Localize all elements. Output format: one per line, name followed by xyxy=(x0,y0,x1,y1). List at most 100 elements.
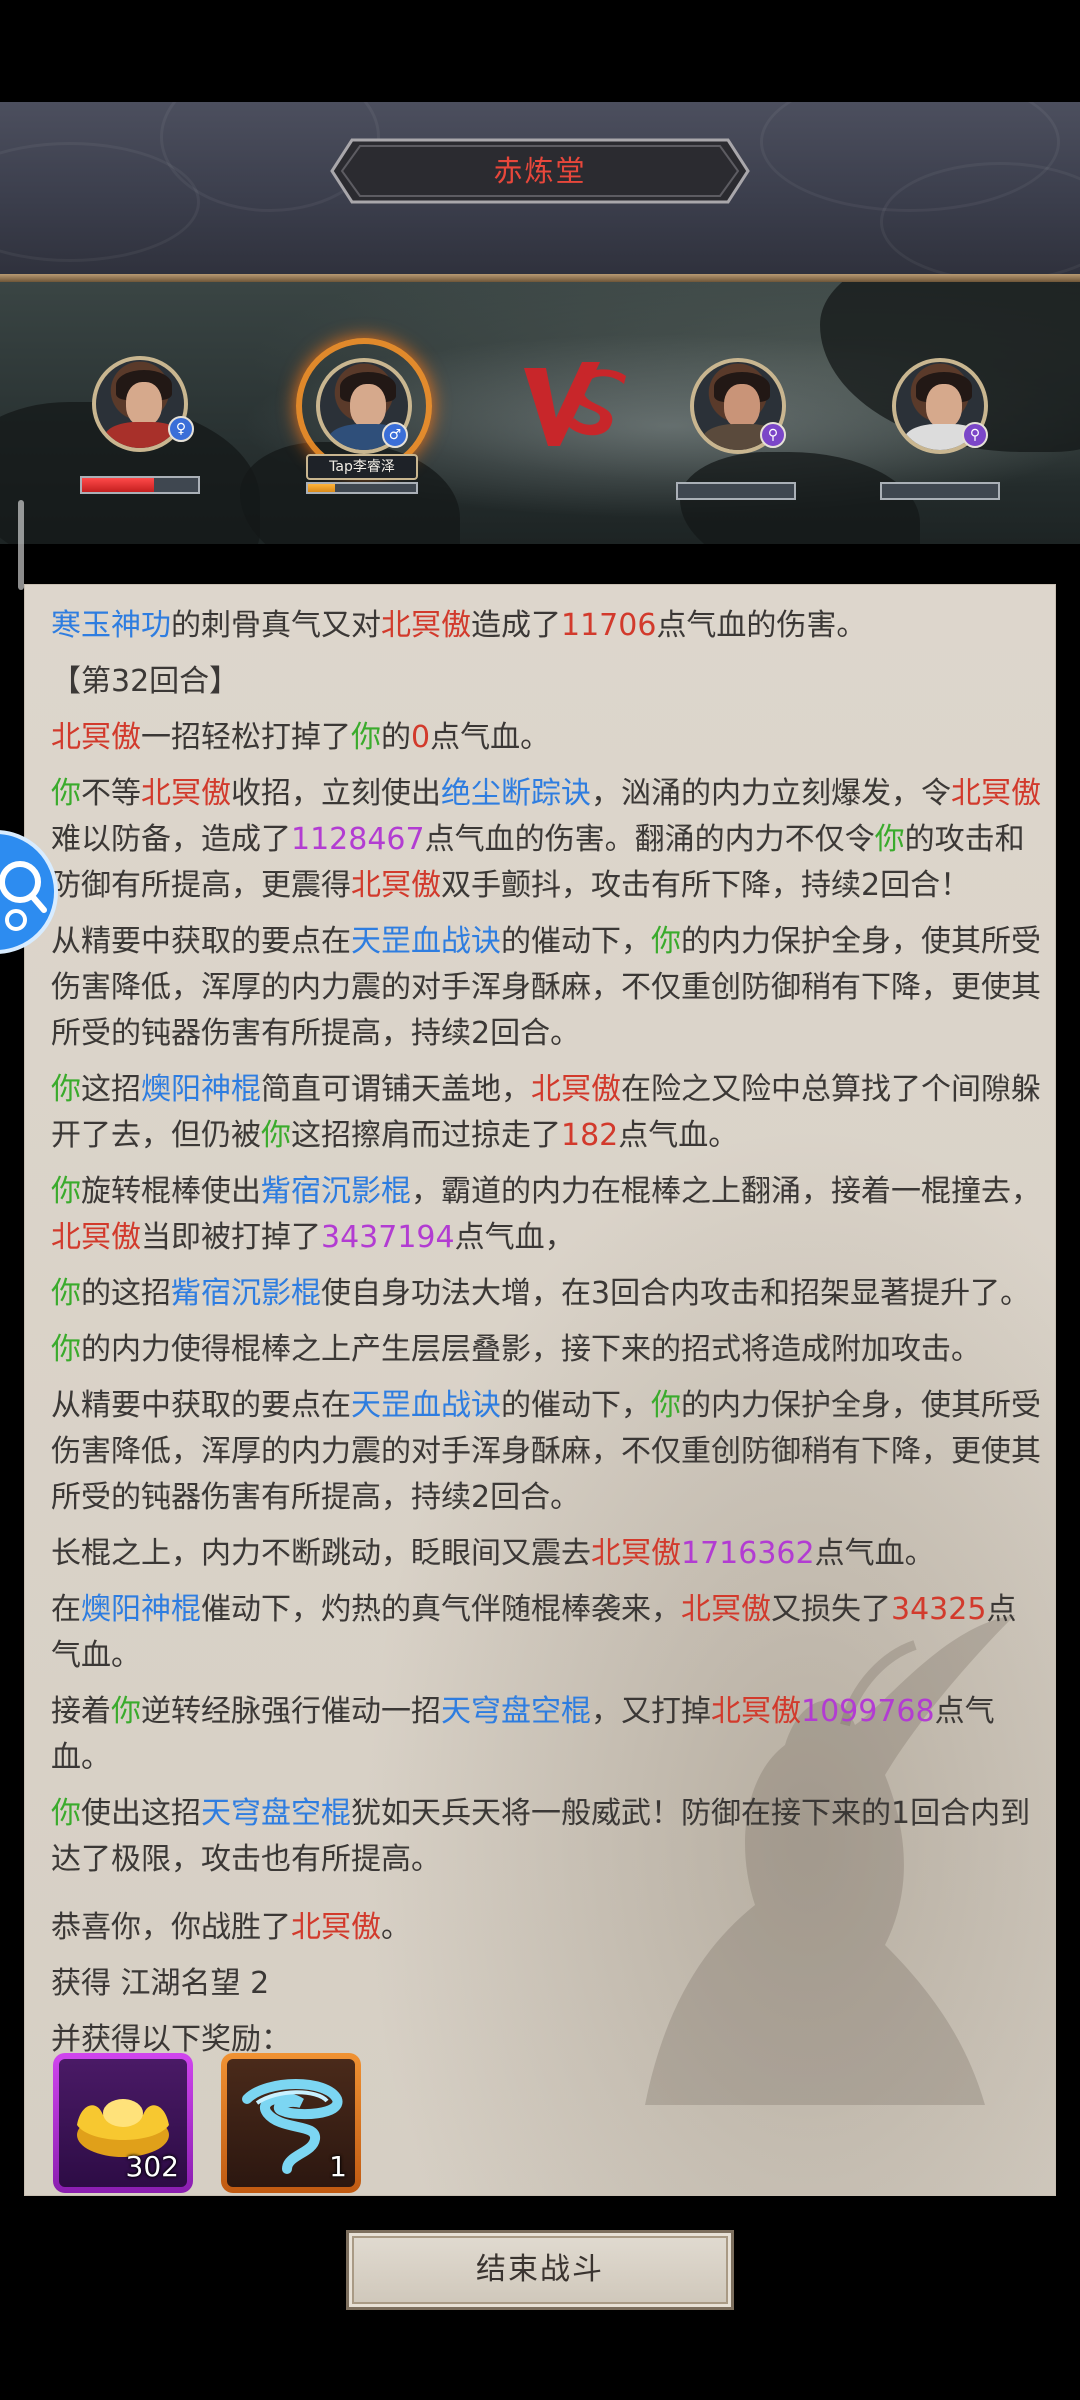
log-segment: 点气血。 xyxy=(814,1536,935,1571)
log-line: 获得 江湖名望 2 xyxy=(51,1961,1041,2007)
log-segment: 的刺骨真气又对 xyxy=(171,608,381,643)
log-segment: ，汹涌的内力立刻爆发，令 xyxy=(591,776,951,811)
log-line: 接着你逆转经脉强行催动一招天穹盘空棍，又打掉北冥傲1099768点气血。 xyxy=(51,1689,1041,1781)
log-line: 你不等北冥傲收招，立刻使出绝尘断踪诀，汹涌的内力立刻爆发，令北冥傲难以防备，造成… xyxy=(51,771,1041,909)
log-segment: 天穹盘空棍 xyxy=(441,1694,591,1729)
log-segment: 使出这招 xyxy=(81,1796,201,1831)
log-segment: 北冥傲 xyxy=(381,608,471,643)
gender-male-icon: ♂ xyxy=(382,422,408,448)
reward-count: 302 xyxy=(125,2150,179,2183)
log-segment: 旋转棍棒使出 xyxy=(81,1174,261,1209)
log-segment: 恭喜你，你战胜了 xyxy=(51,1910,291,1945)
log-segment: 你 xyxy=(51,776,81,811)
log-segment: 简直可谓铺天盖地， xyxy=(261,1072,531,1107)
title-area: 赤炼堂 xyxy=(0,102,1080,282)
log-segment: 不等 xyxy=(81,776,141,811)
end-battle-button[interactable]: 结束战斗 xyxy=(346,2230,734,2310)
log-segment: 点气血的伤害。翻涌的内力不仅令 xyxy=(424,822,875,857)
log-line: 从精要中获取的要点在天罡血战诀的催动下，你的内力保护全身，使其所受伤害降低，浑厚… xyxy=(51,1383,1041,1521)
log-segment: 的催动下， xyxy=(501,1388,651,1423)
log-segment: 在 xyxy=(51,1592,81,1627)
log-segment: 北冥傲 xyxy=(141,776,231,811)
log-segment: 逆转经脉强行催动一招 xyxy=(141,1694,441,1729)
ally-energy-fill xyxy=(308,484,335,492)
log-segment: 北冥傲 xyxy=(591,1536,681,1571)
log-line: 从精要中获取的要点在天罡血战诀的催动下，你的内力保护全身，使其所受伤害降低，浑厚… xyxy=(51,919,1041,1057)
log-segment: 3437194 xyxy=(321,1220,455,1255)
log-segment: 觜宿沉影棍 xyxy=(261,1174,411,1209)
gender-unknown-icon: ⚲ xyxy=(760,422,786,448)
log-segment: 的 xyxy=(381,720,411,755)
reward-item[interactable]: 302 xyxy=(53,2053,193,2193)
floating-search-button[interactable] xyxy=(0,830,58,954)
log-segment: 点气血的伤害。 xyxy=(656,608,867,643)
status-bar xyxy=(0,0,1080,102)
reward-item-frame: 1 xyxy=(227,2059,355,2187)
log-segment: 寒玉神功 xyxy=(51,608,171,643)
log-segment: 催动下，灼热的真气伴随棍棒袭来， xyxy=(201,1592,681,1627)
log-segment: 北冥傲 xyxy=(51,720,141,755)
log-line: 你的这招觜宿沉影棍使自身功法大增，在3回合内攻击和招架显著提升了。 xyxy=(51,1271,1041,1317)
log-segment: 1128467 xyxy=(291,822,425,857)
log-segment: 收招，立刻使出 xyxy=(231,776,441,811)
log-segment: 北冥傲 xyxy=(351,868,441,903)
log-segment: 你 xyxy=(651,1388,681,1423)
log-segment: 。 xyxy=(381,1910,411,1945)
battle-log-panel[interactable]: 寒玉神功的刺骨真气又对北冥傲造成了11706点气血的伤害。【第32回合】北冥傲一… xyxy=(24,584,1056,2196)
log-segment: 北冥傲 xyxy=(951,776,1041,811)
gender-unknown-icon: ⚲ xyxy=(962,422,988,448)
log-segment: 34325 xyxy=(891,1592,987,1627)
log-segment: 获得 xyxy=(51,1966,121,2001)
log-line: 寒玉神功的刺骨真气又对北冥傲造成了11706点气血的伤害。 xyxy=(51,603,1041,649)
bottom-bar xyxy=(0,2396,1080,2400)
reward-item[interactable]: 1 xyxy=(221,2053,361,2193)
log-segment: 【第32回合】 xyxy=(51,664,240,699)
enemy-hp-bar xyxy=(880,482,1000,500)
log-segment: 天罡血战诀 xyxy=(351,1388,501,1423)
log-segment: 点气血。 xyxy=(618,1118,739,1153)
title-plate: 赤炼堂 xyxy=(330,138,750,204)
log-segment: 你 xyxy=(51,1072,81,1107)
log-segment: 从精要中获取的要点在 xyxy=(51,924,351,959)
log-segment: 的催动下， xyxy=(501,924,651,959)
log-segment: 你 xyxy=(261,1118,291,1153)
log-line: 长棍之上，内力不断跳动，眨眼间又震去北冥傲1716362点气血。 xyxy=(51,1531,1041,1577)
reward-item-frame: 302 xyxy=(59,2059,187,2187)
log-segment: 长棍之上，内力不断跳动，眨眼间又震去 xyxy=(51,1536,591,1571)
page-title: 赤炼堂 xyxy=(493,154,587,188)
battle-scene: ♀ ♂ Tap李睿泽 ⚲ ⚲ xyxy=(0,282,1080,544)
log-segment: 燠阳神棍 xyxy=(81,1592,201,1627)
search-icon xyxy=(0,861,47,931)
log-segment: 并获得以下奖励： xyxy=(51,2022,291,2057)
log-segment: 你 xyxy=(51,1332,81,1367)
player-name-label[interactable]: Tap李睿泽 xyxy=(306,454,418,480)
log-segment: 点气血。 xyxy=(430,720,551,755)
log-segment: 绝尘断踪诀 xyxy=(441,776,591,811)
log-segment: 又损失了 xyxy=(771,1592,891,1627)
log-segment: 北冥傲 xyxy=(51,1220,141,1255)
log-segment: 11706 xyxy=(561,608,657,643)
log-segment: 0 xyxy=(411,720,431,755)
log-segment: 觜宿沉影棍 xyxy=(171,1276,321,1311)
log-segment: 你 xyxy=(51,1796,81,1831)
reward-count: 1 xyxy=(329,2150,347,2183)
scroll-indicator[interactable] xyxy=(18,500,24,590)
log-segment: 1099768 xyxy=(801,1694,935,1729)
log-segment: 的这招 xyxy=(81,1276,171,1311)
log-line: 在燠阳神棍催动下，灼热的真气伴随棍棒袭来，北冥傲又损失了34325点气血。 xyxy=(51,1587,1041,1679)
log-segment: 你 xyxy=(51,1174,81,1209)
ally-hp-bar xyxy=(80,476,200,494)
log-line: 北冥傲一招轻松打掉了你的0点气血。 xyxy=(51,715,1041,761)
log-segment: 天罡血战诀 xyxy=(351,924,501,959)
log-segment: 182 xyxy=(561,1118,619,1153)
ally-hp-bar xyxy=(306,482,418,494)
header-border xyxy=(0,274,1080,282)
versus-icon xyxy=(524,362,626,446)
log-segment: 接着 xyxy=(51,1694,111,1729)
ally-hp-fill xyxy=(82,478,154,492)
log-segment: 从精要中获取的要点在 xyxy=(51,1388,351,1423)
log-segment: ，又打掉 xyxy=(591,1694,711,1729)
log-segment: 北冥傲 xyxy=(531,1072,621,1107)
log-segment: 北冥傲 xyxy=(681,1592,771,1627)
log-segment: 当即被打掉了 xyxy=(141,1220,321,1255)
